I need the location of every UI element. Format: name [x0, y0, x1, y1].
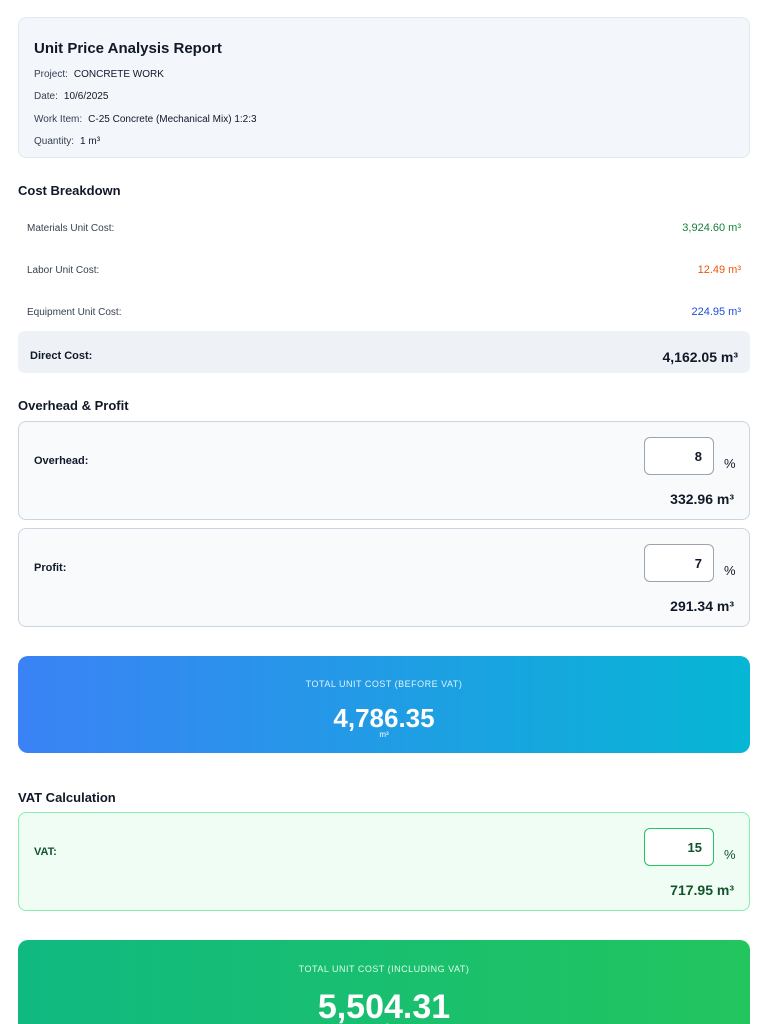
total-before-vat-caption: TOTAL UNIT COST (BEFORE VAT): [305, 679, 463, 689]
project-line: Project: CONCRETE WORK: [34, 69, 164, 80]
profit-percent-sign: %: [724, 563, 736, 578]
quantity-label: Quantity:: [34, 136, 75, 147]
overhead-amount: 332.96 m³: [670, 491, 734, 507]
quantity-value: 1 m³: [80, 136, 101, 147]
project-value: CONCRETE WORK: [73, 69, 164, 80]
work-item-line: Work Item: C-25 Concrete (Mechanical Mix)…: [34, 114, 257, 125]
total-including-vat-value: 5,504.31: [317, 988, 451, 1024]
date-label: Date:: [34, 91, 58, 102]
cost-breakdown-title: Cost Breakdown: [18, 183, 121, 198]
vat-percent-sign: %: [724, 847, 736, 862]
profit-percent-input[interactable]: [644, 544, 714, 582]
total-including-vat-caption: TOTAL UNIT COST (INCLUDING VAT): [298, 964, 470, 974]
equipment-cost-value: 224.95 m³: [691, 306, 741, 318]
labor-cost-label: Labor Unit Cost:: [27, 265, 100, 276]
project-label: Project:: [34, 69, 68, 80]
overhead-label: Overhead:: [34, 455, 89, 467]
date-line: Date: 10/6/2025: [34, 91, 108, 102]
date-value: 10/6/2025: [63, 91, 109, 102]
vat-label: VAT:: [34, 846, 57, 858]
profit-card: Profit: % 291.34 m³: [18, 528, 750, 627]
vat-card: VAT: % 717.95 m³: [18, 812, 750, 911]
report-title: Unit Price Analysis Report: [34, 40, 222, 57]
profit-amount: 291.34 m³: [670, 598, 734, 614]
work-item-value: C-25 Concrete (Mechanical Mix) 1:2:3: [88, 114, 257, 125]
report-header-card: Unit Price Analysis Report Project: CONCR…: [18, 17, 750, 158]
equipment-cost-label: Equipment Unit Cost:: [27, 307, 122, 318]
overhead-percent-sign: %: [724, 456, 736, 471]
total-including-vat-banner: TOTAL UNIT COST (INCLUDING VAT) 5,504.31…: [18, 940, 750, 1024]
direct-cost-value: 4,162.05 m³: [662, 349, 739, 365]
work-item-label: Work Item:: [34, 114, 83, 125]
labor-cost-value: 12.49 m³: [697, 264, 741, 276]
materials-cost-row: Materials Unit Cost: 3,924.60 m³: [18, 219, 750, 239]
materials-cost-label: Materials Unit Cost:: [27, 223, 115, 234]
direct-cost-label: Direct Cost:: [30, 350, 93, 362]
equipment-cost-row: Equipment Unit Cost: 224.95 m³: [18, 303, 750, 323]
overhead-profit-title: Overhead & Profit: [18, 398, 129, 413]
labor-cost-row: Labor Unit Cost: 12.49 m³: [18, 261, 750, 281]
overhead-card: Overhead: % 332.96 m³: [18, 421, 750, 520]
vat-calculation-title: VAT Calculation: [18, 790, 116, 805]
direct-cost-row: Direct Cost: 4,162.05 m³: [18, 331, 750, 373]
materials-cost-value: 3,924.60 m³: [682, 222, 741, 234]
quantity-line: Quantity: 1 m³: [34, 136, 100, 147]
vat-amount: 717.95 m³: [670, 882, 734, 898]
overhead-percent-input[interactable]: [644, 437, 714, 475]
profit-label: Profit:: [34, 562, 67, 574]
total-before-vat-banner: TOTAL UNIT COST (BEFORE VAT) 4,786.35 m³: [18, 656, 750, 753]
total-before-vat-unit: m³: [379, 730, 389, 739]
vat-percent-input[interactable]: [644, 828, 714, 866]
